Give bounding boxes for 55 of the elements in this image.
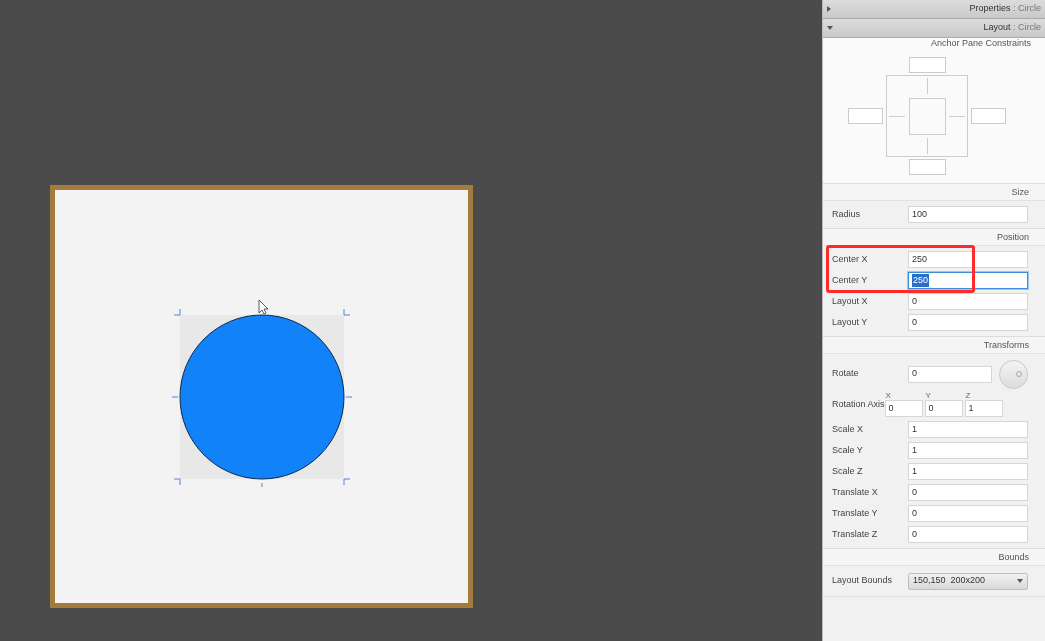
group-title: Bounds: [823, 549, 1045, 566]
axis-label: Z: [964, 391, 972, 400]
group-title: Position: [823, 229, 1045, 246]
field-label: Center X: [832, 252, 869, 266]
field-label: Layout Y: [832, 315, 869, 329]
text-field[interactable]: 250: [908, 251, 1028, 268]
field-label: Layout Bounds: [832, 574, 894, 588]
selected-circle-drawing[interactable]: [171, 306, 352, 487]
field-label: Layout X: [832, 294, 869, 308]
field-label: Translate X: [832, 485, 879, 499]
field-label: Rotate: [832, 367, 860, 381]
bottom-anchor-field[interactable]: [908, 159, 946, 175]
text-field[interactable]: 0: [908, 293, 1028, 310]
text-field[interactable]: 0: [908, 526, 1028, 543]
text-field[interactable]: 1: [908, 463, 1028, 480]
field-label: Scale Y: [832, 443, 864, 457]
text-field[interactable]: 0: [908, 484, 1028, 501]
field-label: Scale X: [832, 422, 865, 436]
rotation-dial[interactable]: [999, 359, 1028, 389]
section-title: Properties: [969, 3, 1011, 14]
section-target: : Circle: [1013, 22, 1041, 33]
axis-label: X: [884, 391, 892, 400]
section-target: : Circle: [1013, 3, 1041, 14]
axis-label: Y: [924, 391, 932, 400]
field-label: Radius: [832, 207, 861, 221]
text-field[interactable]: 0: [884, 400, 923, 417]
field-label: Translate Z: [832, 527, 879, 541]
text-field[interactable]: 0: [908, 505, 1028, 522]
right-anchor-field[interactable]: [971, 108, 1006, 124]
field-label: Scale Z: [832, 464, 864, 478]
text-field[interactable]: 100: [908, 206, 1028, 223]
group-title: Size: [823, 184, 1045, 201]
section-header[interactable]: Properties : Circle: [823, 0, 1045, 19]
pointer-cursor-icon: [258, 299, 269, 315]
field-label: Rotation Axis: [832, 399, 885, 409]
bounds-dropdown[interactable]: 150,150 200x200: [908, 572, 1028, 590]
text-field[interactable]: 0: [924, 400, 963, 417]
section-title: Layout: [983, 22, 1011, 33]
scene-pane[interactable]: [50, 185, 473, 608]
expanded-icon: [827, 26, 833, 30]
field-label: Center Y: [832, 273, 869, 287]
text-field[interactable]: 0: [908, 314, 1028, 331]
text-field[interactable]: 0: [908, 365, 992, 383]
top-anchor-field[interactable]: [908, 57, 946, 73]
left-anchor-field[interactable]: [848, 108, 883, 124]
field-label: Translate Y: [832, 506, 879, 520]
collapsed-icon: [827, 6, 831, 12]
text-field[interactable]: 1: [964, 400, 1003, 417]
section-header[interactable]: Layout : Circle: [823, 19, 1045, 38]
text-field[interactable]: 250: [908, 272, 1028, 289]
group-title: Transforms: [823, 337, 1045, 354]
text-field[interactable]: 1: [908, 421, 1028, 438]
group-title: Anchor Pane Constraints: [929, 38, 1032, 49]
caret-icon: [1017, 579, 1023, 583]
text-field[interactable]: 1: [908, 442, 1028, 459]
